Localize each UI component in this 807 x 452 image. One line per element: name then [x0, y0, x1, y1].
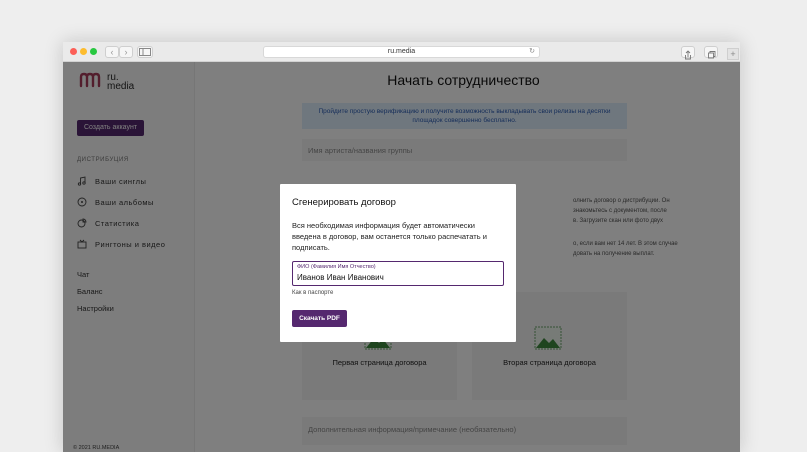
tabs-overview-icon[interactable]	[704, 46, 718, 59]
close-window-button[interactable]	[70, 48, 77, 55]
browser-window: ‹ › ru.media ↻ ru. media	[63, 42, 740, 452]
modal-description: Вся необходимая информация будет автомат…	[292, 221, 487, 252]
browser-titlebar: ‹ › ru.media ↻	[63, 42, 740, 62]
new-tab-icon[interactable]: +	[727, 48, 739, 60]
modal-title: Сгенерировать договор	[292, 197, 396, 208]
url-text: ru.media	[387, 48, 416, 55]
fio-field[interactable]: ФИО (Фамилия Имя Отчество)	[292, 261, 504, 286]
minimize-window-button[interactable]	[80, 48, 87, 55]
share-icon[interactable]	[681, 46, 695, 60]
reload-icon[interactable]: ↻	[529, 47, 535, 57]
address-bar[interactable]: ru.media ↻	[263, 46, 540, 58]
fio-hint: Как в паспорте	[292, 290, 334, 296]
web-page: ru. media Создать аккаунт ДИСТРИБУЦИЯ Ва…	[63, 62, 740, 452]
sidebar-toggle-icon[interactable]	[137, 46, 153, 58]
download-pdf-button[interactable]: Скачать PDF	[292, 310, 347, 327]
maximize-window-button[interactable]	[90, 48, 97, 55]
back-icon[interactable]: ‹	[105, 46, 119, 58]
forward-icon[interactable]: ›	[119, 46, 133, 58]
generate-contract-modal: Сгенерировать договор Вся необходимая ин…	[280, 184, 516, 342]
fio-label: ФИО (Фамилия Имя Отчество)	[297, 264, 376, 270]
fio-input[interactable]	[297, 271, 497, 283]
